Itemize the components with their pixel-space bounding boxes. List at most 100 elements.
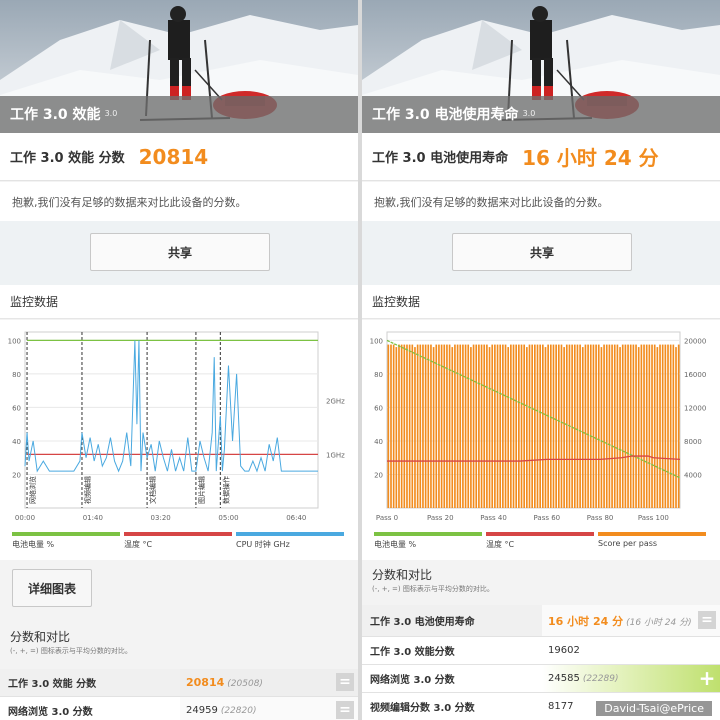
score-bar (390, 344, 392, 508)
row-value: 24959 (22820) (186, 705, 256, 716)
plus-icon[interactable]: + (698, 668, 716, 688)
score-bar (472, 344, 475, 508)
score-bar (416, 344, 419, 508)
score-bar (648, 344, 651, 508)
monitor-title: 监控数据 (362, 285, 720, 319)
phase-label: 网络浏览 (28, 476, 37, 504)
score-bar (640, 344, 643, 508)
score-bar (400, 344, 403, 508)
hero-version: 3.0 (104, 109, 118, 118)
legend-temperature-swatch (486, 532, 594, 536)
score-bar (467, 344, 470, 508)
score-bar (438, 344, 440, 508)
y2-tick-label: 2GHz (326, 398, 345, 406)
x-tick-label: Pass 20 (427, 514, 454, 522)
row-score: 24959 (186, 705, 218, 716)
legend-battery: 电池电量 % (374, 532, 482, 550)
equal-icon[interactable]: = (336, 673, 354, 691)
score-bar (632, 344, 635, 508)
legend-temperature: 温度 °C (486, 532, 594, 550)
score-bar (576, 344, 579, 508)
score-bar (579, 344, 581, 508)
y-tick-label: 60 (374, 404, 383, 412)
score-bar (512, 344, 515, 508)
monitor-chart-right: 20 40 60 80 100 4000 8000 12000 16000 20000 Pass 0… (362, 320, 720, 560)
row-value: 16 小时 24 分 (16 小时 24 分) (548, 613, 692, 629)
score-bar (491, 344, 494, 508)
score-bar (600, 347, 603, 508)
y2-tick-label: 1GHz (326, 451, 345, 459)
score-bar (494, 344, 496, 508)
x-tick-label: 00:00 (15, 514, 35, 522)
share-button[interactable]: 共享 (90, 233, 270, 271)
row-reference: (22820) (220, 706, 257, 716)
score-bar (486, 344, 488, 508)
phase-label: 图片编辑 (197, 476, 206, 504)
score-bar (589, 344, 592, 508)
legend-battery: 电池电量 % (12, 532, 120, 550)
score-bar (531, 344, 533, 508)
y-tick-label: 80 (374, 371, 383, 379)
score-bar (432, 347, 435, 508)
equal-icon[interactable]: = (698, 611, 716, 629)
x-tick-label: Pass 0 (376, 514, 398, 522)
table-row[interactable]: 工作 3.0 效能 分数 20814 (20508) = (0, 669, 358, 697)
y-tick-label: 100 (370, 337, 383, 345)
phase-label: 文档编辑 (148, 476, 157, 504)
score-bar (653, 344, 656, 508)
score-bar (406, 344, 408, 508)
x-tick-label: Pass 100 (638, 514, 669, 522)
score-bar (392, 344, 395, 508)
score-bar (643, 344, 645, 508)
score-bar (515, 344, 518, 508)
legend-battery-swatch (374, 532, 482, 536)
score-bar (603, 344, 605, 508)
score-box: 工作 3.0 效能 分数 20814 (0, 133, 358, 181)
table-row[interactable]: 工作 3.0 电池使用寿命 16 小时 24 分 (16 小时 24 分) = (362, 605, 720, 637)
score-bar (552, 344, 555, 508)
table-row[interactable]: 网络浏览 3.0 分数 24959 (22820) = (0, 697, 358, 720)
legend-battery-label: 电池电量 % (374, 540, 417, 549)
score-bar (541, 344, 544, 508)
table-row[interactable]: 工作 3.0 效能分数 19602 (362, 637, 720, 665)
hero-banner: 工作 3.0 电池使用寿命 3.0 (362, 0, 720, 133)
score-bar (435, 344, 438, 508)
share-button[interactable]: 共享 (452, 233, 632, 271)
row-value: 24585 (22289) (548, 673, 618, 684)
score-bar (443, 344, 446, 508)
score-bar (536, 344, 539, 508)
score-bar (518, 344, 520, 508)
score-bar (422, 344, 424, 508)
score-bar (635, 344, 637, 508)
table-row[interactable]: 网络浏览 3.0 分数 24585 (22289) + (362, 665, 720, 693)
score-label: 工作 3.0 效能 分数 (10, 151, 125, 166)
detail-chart-button[interactable]: 详细图表 (12, 569, 92, 607)
equal-icon[interactable]: = (336, 701, 354, 719)
score-bar (387, 344, 390, 508)
row-reference: (22289) (582, 674, 619, 684)
score-bar (616, 344, 619, 508)
score-bar (523, 344, 526, 508)
score-bar (608, 344, 611, 508)
score-bar (613, 344, 616, 508)
score-bar (584, 344, 587, 508)
score-bar (627, 344, 629, 508)
row-score: 16 小时 24 分 (548, 614, 624, 628)
x-tick-label: Pass 80 (587, 514, 614, 522)
y-tick-label: 40 (374, 438, 383, 446)
y-tick-label: 40 (12, 438, 21, 446)
y2-tick-label: 16000 (684, 371, 706, 379)
score-bar (427, 344, 430, 508)
compare-note: (-, +, =) 图标表示与平均分数的对比。 (10, 647, 132, 655)
score-bar (411, 344, 414, 508)
row-label: 网络浏览 3.0 分数 (370, 675, 455, 686)
score-bar (395, 347, 398, 508)
row-score: 20814 (186, 676, 225, 689)
legend-cpu-swatch (236, 532, 344, 536)
score-bar (661, 344, 664, 508)
right-panel: 工作 3.0 电池使用寿命 3.0 工作 3.0 电池使用寿命 16 小时 24 … (362, 0, 720, 720)
no-comparison-message: 抱歉,我们没有足够的数据来对比此设备的分数。 (362, 182, 720, 221)
score-bar (520, 344, 523, 508)
row-value: 20814 (20508) (186, 676, 263, 689)
score-bar (581, 347, 584, 508)
